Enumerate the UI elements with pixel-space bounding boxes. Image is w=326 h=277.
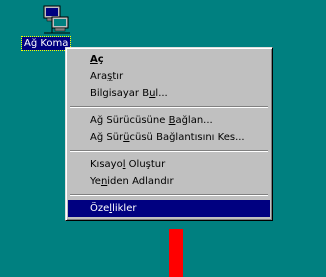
menu-item-accelerator: A <box>90 54 98 65</box>
menu-item-label-pre: Öze <box>90 203 110 214</box>
menu-item-label-pre: Ağ Sür <box>90 132 124 143</box>
menu-item-0[interactable]: Aç <box>68 51 270 68</box>
menu-separator <box>70 194 268 196</box>
menu-item-7[interactable]: Kısayol Oluştur <box>68 156 270 173</box>
menu-item-label-post: likler <box>112 203 137 214</box>
menu-item-label-pre: Ara <box>90 71 108 82</box>
menu-separator <box>70 150 268 152</box>
menu-item-label-pre: Kısayo <box>90 159 123 170</box>
desktop-icon-network[interactable]: Ağ Koma <box>20 4 92 51</box>
menu-item-2[interactable]: Bilgisayar Bul... <box>68 85 270 102</box>
menu-item-1[interactable]: Araştır <box>68 68 270 85</box>
menu-item-label-post: Oluştur <box>125 159 166 170</box>
menu-item-label-pre: Bilgisayar B <box>90 88 150 99</box>
menu-item-label-post: ç <box>97 54 104 65</box>
desktop-icon-label: Ağ Koma <box>20 36 72 51</box>
menu-item-label-pre: Ye <box>90 176 101 187</box>
menu-item-4[interactable]: Ağ Sürücüsüne Bağlan... <box>68 112 270 129</box>
menu-item-label-pre: Ağ Sürücüsüne <box>90 115 169 126</box>
context-menu: Aç Araştır Bilgisayar Bul... Ağ Sürücüsüne … <box>65 47 273 221</box>
menu-item-label-post: tır <box>112 71 124 82</box>
menu-item-5[interactable]: Ağ Sürücüsü Bağlantısını Kes... <box>68 129 270 146</box>
menu-item-8[interactable]: Yeniden Adlandır <box>68 173 270 190</box>
red-marker-bar <box>169 229 183 277</box>
network-computers-icon <box>40 4 72 36</box>
menu-item-label-post: cüsü Bağlantısını Kes... <box>129 132 245 143</box>
menu-item-label-post: iden Adlandır <box>107 176 174 187</box>
menu-item-label-post: l... <box>155 88 168 99</box>
menu-separator <box>70 106 268 108</box>
menu-item-label-post: ağlan... <box>175 115 213 126</box>
menu-item-10[interactable]: Özellikler <box>68 200 270 217</box>
